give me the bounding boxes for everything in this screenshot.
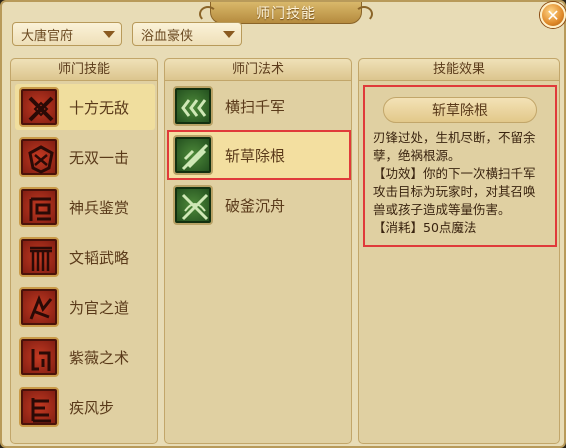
close-icon: ✕ bbox=[546, 5, 560, 25]
art-label: 斩草除根 bbox=[225, 146, 286, 165]
sect-dropdown[interactable]: 大唐官府 bbox=[12, 22, 122, 46]
skill-label: 神兵鉴赏 bbox=[69, 198, 130, 217]
effect-description-box: 斩草除根 刃锋过处，生机尽断，不留余 孽，绝祸根源。 【功效】你的下一次横扫千军… bbox=[363, 85, 557, 247]
skill-item-6[interactable]: 紫薇之术 bbox=[15, 334, 155, 380]
crossed-sword-bow-icon bbox=[173, 185, 213, 225]
effect-panel: 技能效果 斩草除根 刃锋过处，生机尽断，不留余 孽，绝祸根源。 【功效】你的下一… bbox=[358, 58, 560, 444]
skill-item-7[interactable]: 疾风步 bbox=[15, 384, 155, 430]
effect-line: 孽，绝祸根源。 bbox=[373, 148, 461, 163]
skills-panel: 师门技能 十方无敌 无双一击 神兵鉴赏 文韬武略 为官之道 紫薇之术 疾风步 bbox=[10, 58, 158, 444]
effect-panel-header: 技能效果 bbox=[359, 59, 559, 81]
arts-panel-header: 师门法术 bbox=[165, 59, 351, 81]
skill-item-2[interactable]: 无双一击 bbox=[15, 134, 155, 180]
art-label: 横扫千军 bbox=[225, 97, 286, 116]
arts-panel: 师门法术 横扫千军 斩草除根 破釜沉舟 bbox=[164, 58, 352, 444]
effect-title: 斩草除根 bbox=[383, 97, 537, 123]
art-item-2[interactable]: 斩草除根 bbox=[167, 130, 351, 180]
insignia-icon bbox=[19, 287, 59, 327]
skill-item-5[interactable]: 为官之道 bbox=[15, 284, 155, 330]
skill-label: 疾风步 bbox=[69, 398, 115, 417]
faction-dropdown-value: 浴血豪侠 bbox=[141, 28, 194, 44]
close-button[interactable]: ✕ bbox=[540, 2, 566, 28]
effect-line: 兽或孩子造成等量伤害。 bbox=[373, 202, 511, 217]
window-title-text: 师门技能 bbox=[256, 5, 316, 22]
skill-label: 十方无敌 bbox=[69, 98, 130, 117]
sweep-arrows-icon bbox=[173, 86, 213, 126]
sect-dropdown-value: 大唐官府 bbox=[21, 28, 74, 44]
effect-line: 攻击目标为玩家时，对其召唤 bbox=[373, 184, 536, 199]
gate-icon bbox=[19, 237, 59, 277]
skill-item-3[interactable]: 神兵鉴赏 bbox=[15, 184, 155, 230]
skill-window: 师门技能 ✕ 大唐官府 浴血豪侠 师门技能 十方无敌 无双一击 神兵鉴赏 文韬武… bbox=[0, 0, 566, 448]
effect-line: 刃锋过处，生机尽断，不留余 bbox=[373, 130, 536, 145]
effect-line: 【功效】你的下一次横扫千军 bbox=[373, 166, 536, 181]
skill-label: 文韬武略 bbox=[69, 248, 130, 267]
shield-crest-icon bbox=[19, 137, 59, 177]
window-title: 师门技能 bbox=[199, 2, 373, 24]
weapon-rack-icon bbox=[19, 187, 59, 227]
rune-icon bbox=[19, 337, 59, 377]
chevron-down-icon bbox=[223, 31, 235, 38]
faction-dropdown[interactable]: 浴血豪侠 bbox=[132, 22, 242, 46]
skills-panel-header: 师门技能 bbox=[11, 59, 157, 81]
slash-icon bbox=[173, 135, 213, 175]
skill-item-1[interactable]: 十方无敌 bbox=[15, 84, 155, 130]
skill-item-4[interactable]: 文韬武略 bbox=[15, 234, 155, 280]
effect-text: 刃锋过处，生机尽断，不留余 孽，绝祸根源。 【功效】你的下一次横扫千军 攻击目标… bbox=[373, 129, 557, 237]
art-label: 破釜沉舟 bbox=[225, 196, 286, 215]
footwork-icon bbox=[19, 387, 59, 427]
art-item-1[interactable]: 横扫千军 bbox=[169, 83, 349, 129]
chevron-down-icon bbox=[103, 31, 115, 38]
effect-line: 【消耗】50点魔法 bbox=[373, 220, 477, 235]
skill-label: 紫薇之术 bbox=[69, 348, 130, 367]
crossed-blades-icon bbox=[19, 87, 59, 127]
skill-label: 无双一击 bbox=[69, 148, 130, 167]
art-item-3[interactable]: 破釜沉舟 bbox=[169, 182, 349, 228]
skill-label: 为官之道 bbox=[69, 298, 130, 317]
